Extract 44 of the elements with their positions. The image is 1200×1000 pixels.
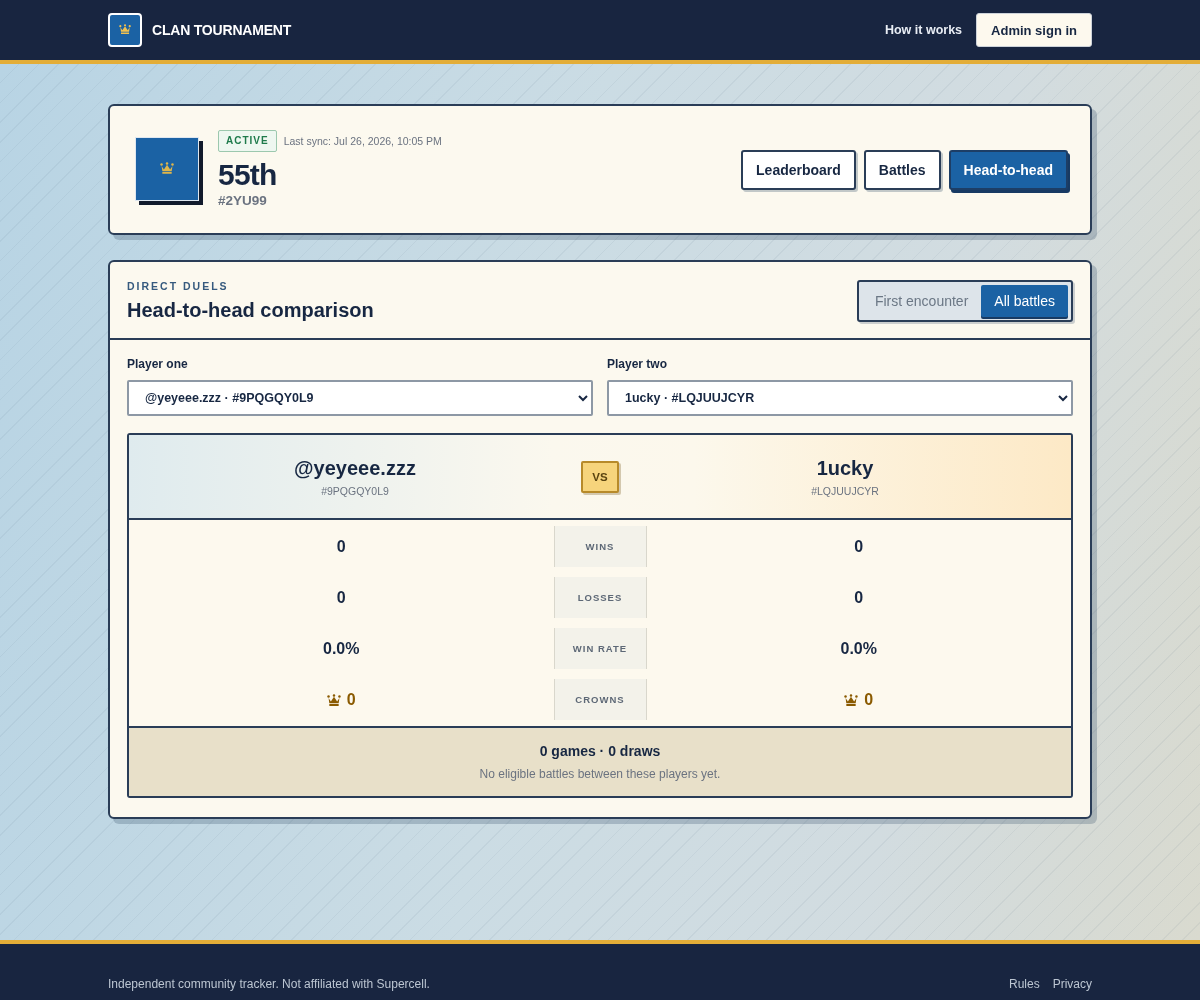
- clan-tag: #2YU99: [218, 193, 442, 209]
- status-badge: ACTIVE: [218, 130, 277, 152]
- stat-label: WIN RATE: [553, 628, 647, 669]
- sign-in-button[interactable]: Admin sign in: [976, 13, 1092, 47]
- view-tab[interactable]: Head-to-head: [948, 149, 1068, 190]
- field-label: Player two: [607, 357, 669, 371]
- player-name: 1ucky: [816, 456, 874, 480]
- player-tag: #LQJUUJCYR: [811, 484, 879, 497]
- view-tab[interactable]: Leaderboard: [741, 149, 856, 190]
- player-select[interactable]: @yeyeee.zzz · #9PQGQY0L9: [127, 380, 593, 416]
- player-name: @yeyeee.zzz: [294, 456, 416, 480]
- section-title: Head-to-head comparison: [127, 298, 374, 322]
- field-label: Player one: [127, 357, 189, 371]
- disclaimer-text: Independent community tracker. Not affiliated with Supercell.: [108, 977, 430, 991]
- vs-badge: VS: [581, 460, 619, 493]
- empty-note: No eligible battles between these players yet.: [479, 767, 721, 781]
- brand-title: CLAN TOURNAMENT: [152, 22, 292, 38]
- stat-value: 0: [346, 690, 356, 709]
- crown-icon: [326, 693, 341, 706]
- footer-link[interactable]: Privacy: [1052, 977, 1092, 991]
- view-tab[interactable]: Battles: [863, 149, 941, 190]
- clan-rank: 55th: [218, 158, 278, 192]
- section-eyebrow: DIRECT DUELS: [127, 280, 230, 292]
- crown-tile-icon: [135, 136, 203, 205]
- player-select[interactable]: 1ucky · #LQJUUJCYR: [607, 380, 1073, 416]
- stat-value: 0: [336, 537, 346, 556]
- stat-value: 0: [336, 588, 346, 607]
- how-it-works-link[interactable]: How it works: [884, 23, 963, 37]
- footer-link[interactable]: Rules: [1008, 977, 1040, 991]
- stat-label: WINS: [553, 526, 647, 567]
- player-tag: #9PQGQY0L9: [321, 484, 389, 497]
- crown-icon: [844, 693, 859, 706]
- last-sync-text: Last sync: Jul 26, 2026, 10:05 PM: [283, 135, 442, 147]
- summary-text: 0 games · 0 draws: [539, 743, 661, 759]
- crown-logo-icon: [108, 13, 142, 47]
- stat-label: LOSSES: [553, 577, 647, 618]
- mode-option[interactable]: All battles: [981, 285, 1068, 317]
- stat-label: CROWNS: [553, 679, 647, 720]
- stat-value: 0.0%: [323, 639, 360, 658]
- stat-value: 0: [854, 588, 864, 607]
- stat-value: 0.0%: [840, 639, 877, 658]
- stat-value: 0: [854, 537, 864, 556]
- stat-value: 0: [864, 690, 874, 709]
- mode-option[interactable]: First encounter: [861, 285, 982, 317]
